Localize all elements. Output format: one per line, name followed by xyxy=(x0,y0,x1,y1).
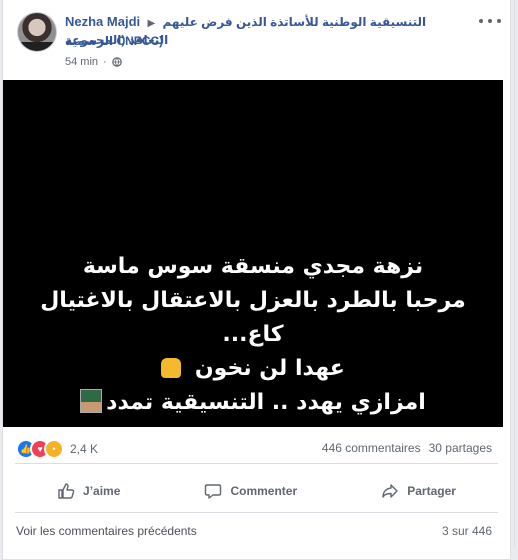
reaction-summary[interactable]: 👍 ♥ • 2,4 K xyxy=(16,439,98,459)
share-button[interactable]: Partager xyxy=(381,478,456,504)
group-name-line2[interactable]: الرسمية CNPCC) xyxy=(65,34,163,48)
engagement-stats: 446 commentaires 30 partages xyxy=(322,441,492,455)
post-time[interactable]: 54 min xyxy=(65,56,98,68)
post-meta: 54 min · xyxy=(65,56,122,68)
raised-fist-icon xyxy=(161,358,182,378)
thumbs-up-icon xyxy=(58,483,75,499)
share-icon xyxy=(382,484,398,498)
comment-pagination: 3 sur 446 xyxy=(441,524,492,538)
image-line-3: كاع... xyxy=(222,322,284,347)
image-line-1: نزهة مجدي منسقة سوس ماسة xyxy=(82,254,424,279)
author-avatar[interactable] xyxy=(17,12,57,52)
image-line-4: عهدا لن نخون xyxy=(3,352,503,386)
divider xyxy=(15,512,498,513)
image-line-5-text: امزازي يهدد .. التنسيقية تمدد xyxy=(106,390,426,415)
image-line-5: امزازي يهدد .. التنسيقية تمدد xyxy=(3,386,503,420)
page-scroll-edge xyxy=(514,0,515,547)
image-caption: نزهة مجدي منسقة سوس ماسة مرحبا بالطرد با… xyxy=(3,250,503,420)
like-label: J’aime xyxy=(83,484,121,498)
share-label: Partager xyxy=(407,484,456,498)
globe-icon[interactable] xyxy=(111,57,122,67)
post-actions: J’aime Commenter Partager xyxy=(15,478,498,504)
more-options-icon[interactable] xyxy=(479,14,501,28)
teacher-icon xyxy=(80,389,103,413)
image-line-2: مرحبا بالطرد بالعزل بالاعتقال بالاغتيال xyxy=(40,288,466,313)
view-previous-comments-link[interactable]: Voir les commentaires précédents xyxy=(16,524,197,538)
sad-reaction-icon: • xyxy=(44,439,64,459)
arrow-right-icon: ▶ xyxy=(147,18,156,29)
image-line-4-text: عهدا لن نخون xyxy=(194,356,345,381)
comment-icon xyxy=(205,484,222,499)
post-image[interactable]: نزهة مجدي منسقة سوس ماسة مرحبا بالطرد با… xyxy=(3,80,503,427)
like-button[interactable]: J’aime xyxy=(57,478,120,504)
comment-button[interactable]: Commenter xyxy=(204,478,297,504)
dot-separator: · xyxy=(103,56,107,68)
share-count[interactable]: 30 partages xyxy=(429,441,492,455)
reaction-count[interactable]: 2,4 K xyxy=(70,442,98,456)
comment-label: Commenter xyxy=(230,484,298,498)
post-card: Nezha Majdi ▶ التنسيقية الوطنية للأساتذة… xyxy=(2,0,511,560)
author-name[interactable]: Nezha Majdi xyxy=(65,14,140,29)
comment-count[interactable]: 446 commentaires xyxy=(322,441,421,455)
divider xyxy=(15,463,498,464)
